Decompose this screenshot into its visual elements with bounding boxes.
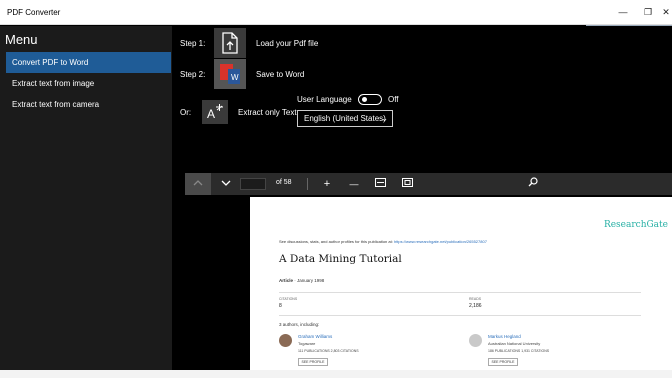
see-profile-button[interactable]: SEE PROFILE [488,358,518,366]
minus-icon: — [349,179,359,189]
extract-text-label: Extract only Text [238,108,297,117]
step1-label: Step 1: [180,39,206,48]
sidebar-item-extract-image[interactable]: Extract text from image [6,73,171,94]
authors-header: 3 authors, including: [279,322,320,327]
restore-button[interactable]: ❐ [640,5,656,19]
avatar [469,334,482,347]
close-button[interactable]: ✕ [658,5,672,19]
pdf-to-word-icon: W [220,64,240,84]
fit-width-button[interactable] [367,173,393,195]
chevron-up-icon [193,180,203,186]
citations-label: CITATIONS [279,297,298,301]
author-stats: 186 PUBLICATIONS 1,931 CITATIONS [488,349,550,353]
chevron-down-icon [221,180,231,186]
sidebar-item-label: Extract text from camera [12,100,100,109]
status-strip [0,370,672,378]
language-select[interactable]: English (United States) ⌄ [297,110,393,127]
sidebar-item-extract-camera[interactable]: Extract text from camera [6,94,171,115]
prev-page-button[interactable] [185,173,211,195]
next-page-button[interactable] [213,173,239,195]
document-meta: Article · January 1998 [279,278,325,283]
author-name[interactable]: Markus Hegland [488,334,521,339]
page-number-input[interactable] [240,178,266,190]
load-pdf-button[interactable] [214,28,246,58]
step2-text: Save to Word [256,70,305,79]
minimize-button[interactable]: — [615,5,631,19]
author-institution: Togaware [298,341,316,346]
author-card: Markus Hegland Australian National Unive… [469,334,589,370]
search-button[interactable] [520,173,546,195]
app-title: PDF Converter [7,8,61,17]
toggle-knob [362,97,367,102]
toolbar-divider [307,178,308,190]
author-institution: Australian National University [488,341,541,346]
pdf-viewer-toolbar: of 58 + — [185,173,672,195]
divider [279,292,641,293]
text-extract-icon: A [207,104,223,121]
svg-text:A: A [207,107,215,121]
publication-link[interactable]: https://www.researchgate.net/publication… [394,239,487,244]
file-upload-icon [222,32,238,54]
chevron-down-icon: ⌄ [381,114,388,123]
svg-text:W: W [231,73,239,82]
avatar [279,334,292,347]
author-name[interactable]: Graham Williams [298,334,332,339]
main-panel: Step 1: Load your Pdf file Step 2: W Sav… [172,26,672,173]
author-card: Graham Williams Togaware 111 PUBLICATION… [279,334,399,370]
step2-label: Step 2: [180,70,206,79]
sidebar-item-convert-pdf[interactable]: Convert PDF to Word [6,52,171,73]
user-language-toggle[interactable] [358,94,382,105]
fit-page-button[interactable] [394,173,420,195]
sidebar: Menu Convert PDF to Word Extract text fr… [0,26,172,370]
reads-value: 2,186 [469,303,482,309]
search-icon [528,177,538,187]
publication-link-line: See discussions, stats, and author profi… [279,239,487,244]
page-count: of 58 [276,179,292,186]
sidebar-item-label: Convert PDF to Word [12,58,89,67]
author-stats: 111 PUBLICATIONS 2,803 CITATIONS [298,349,359,353]
fit-width-icon [374,178,386,187]
citations-value: 8 [279,303,282,309]
user-language-label: User Language [297,95,352,104]
document-title: A Data Mining Tutorial [279,253,402,265]
zoom-in-button[interactable]: + [314,173,340,195]
save-word-button[interactable]: W [214,59,246,89]
plus-icon: + [323,178,331,190]
extract-text-button[interactable]: A [202,100,228,124]
fit-page-icon [401,178,413,187]
researchgate-logo: ResearchGate [603,220,668,230]
or-label: Or: [180,108,192,117]
reads-label: READS [469,297,482,301]
menu-title: Menu [5,32,38,47]
toggle-state: Off [388,95,399,104]
divider [279,315,641,316]
step1-text: Load your Pdf file [256,39,319,48]
language-value: English (United States) [304,114,386,123]
zoom-out-button[interactable]: — [341,173,367,195]
sidebar-item-label: Extract text from image [12,79,95,88]
see-profile-button[interactable]: SEE PROFILE [298,358,328,366]
pdf-page[interactable]: ResearchGate See discussions, stats, and… [250,197,672,370]
title-bar: PDF Converter — ❐ ✕ [0,0,672,25]
